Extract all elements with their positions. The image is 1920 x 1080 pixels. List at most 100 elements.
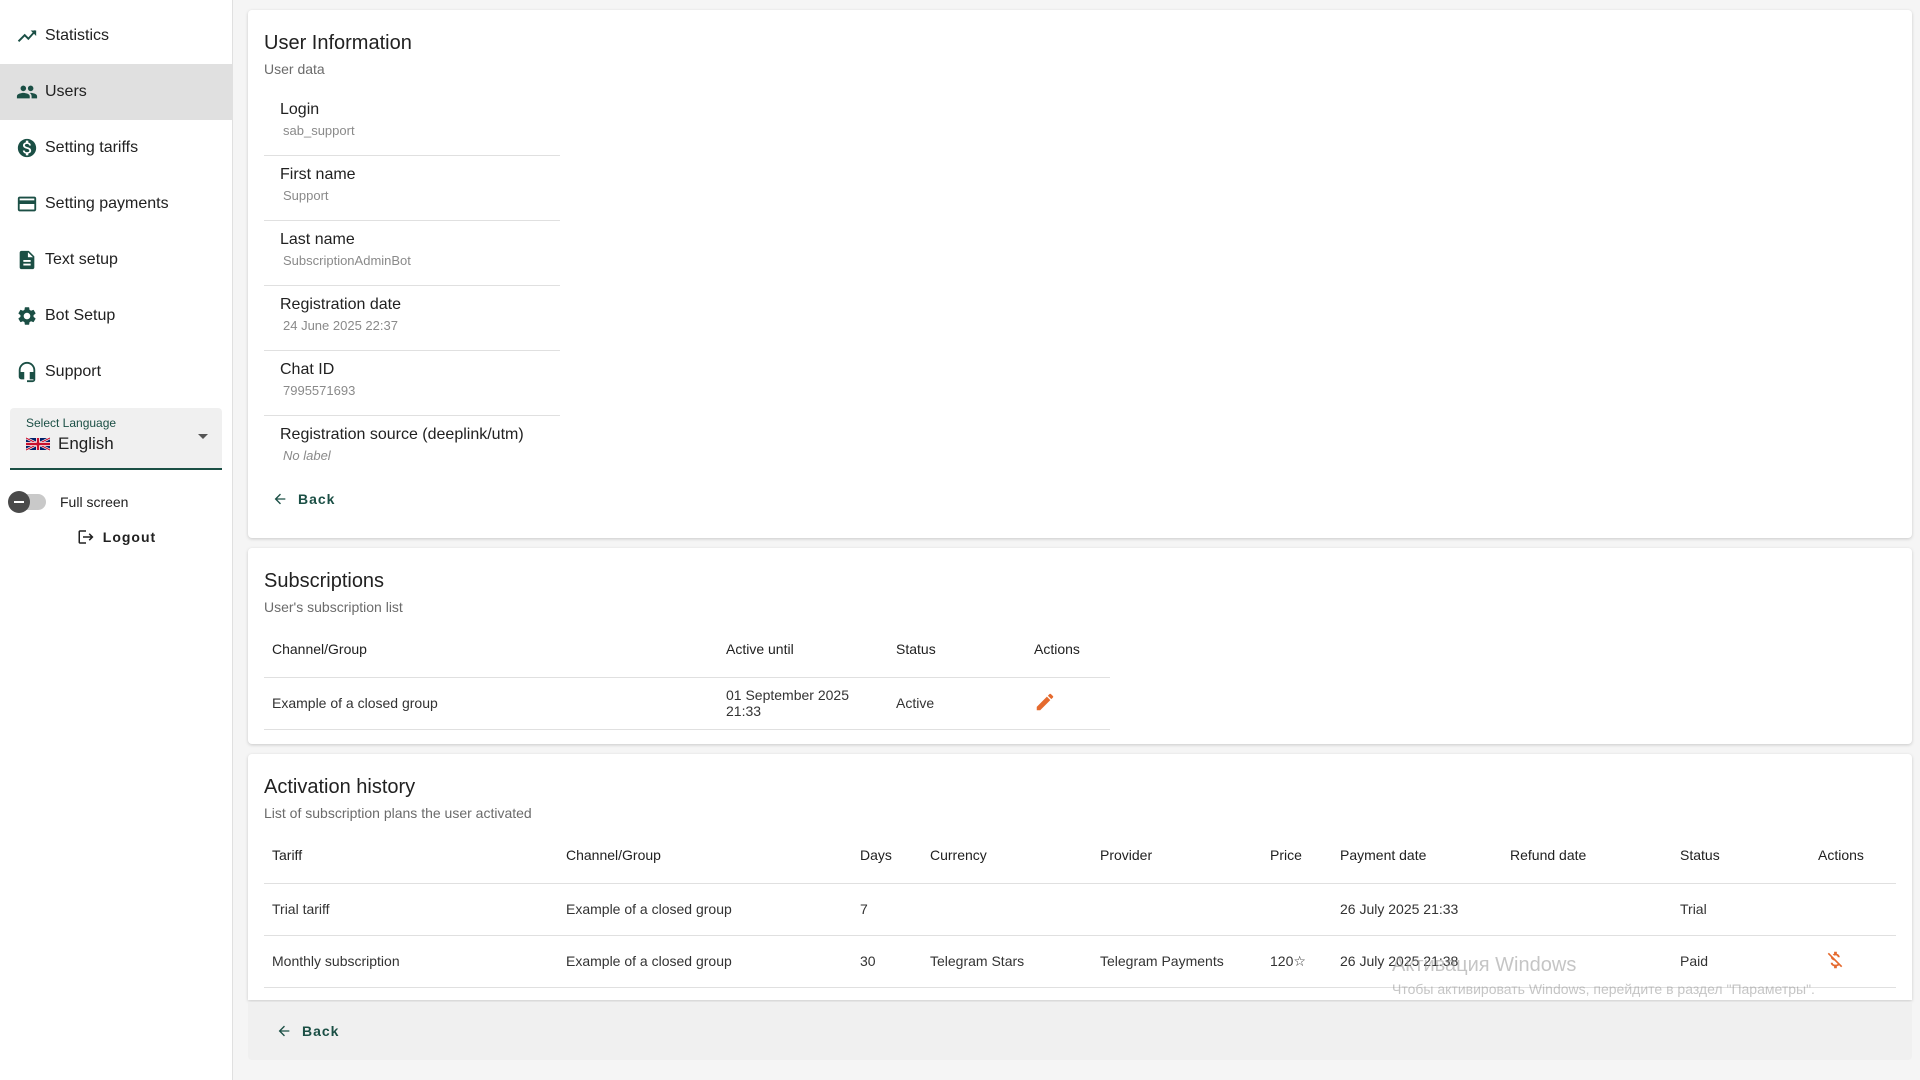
info-item-last-name: Last name SubscriptionAdminBot	[264, 221, 560, 286]
language-select[interactable]: Select Language English	[10, 408, 222, 470]
cell-actions	[1026, 677, 1110, 730]
sidebar-item-label: Setting tariffs	[45, 139, 139, 156]
info-label: Registration date	[280, 296, 401, 313]
sidebar-item-label: Statistics	[45, 27, 110, 44]
info-item-chat-id: Chat ID 7995571693	[264, 351, 560, 416]
cell-provider	[1092, 883, 1262, 936]
card-subtitle: User's subscription list	[264, 599, 403, 615]
column-header[interactable]: Status	[888, 621, 1026, 678]
sidebar-item-label: Support	[45, 363, 102, 380]
column-header[interactable]: Payment date	[1332, 827, 1502, 884]
back-label: Back	[302, 1023, 340, 1039]
column-header[interactable]: Provider	[1092, 827, 1262, 884]
info-item-first-name: First name Support	[264, 156, 560, 221]
table-row: Example of a closed group 01 September 2…	[264, 677, 1110, 730]
sidebar-item-text-setup[interactable]: Text setup	[0, 232, 232, 288]
back-label: Back	[298, 491, 336, 507]
cell-active-until: 01 September 2025 21:33	[718, 677, 888, 730]
cell-refund-date	[1502, 883, 1672, 936]
chevron-down-icon[interactable]	[198, 434, 208, 439]
language-name: English	[58, 434, 114, 453]
column-header[interactable]: Tariff	[264, 827, 558, 884]
cell-channel: Example of a closed group	[558, 935, 852, 988]
logout-icon	[78, 530, 94, 544]
cell-status: Paid	[1672, 935, 1810, 988]
sidebar-item-bot-setup[interactable]: Bot Setup	[0, 288, 232, 344]
column-header[interactable]: Channel/Group	[264, 621, 718, 678]
info-label: Last name	[280, 231, 355, 248]
card-title: User Information	[264, 32, 412, 54]
cell-status: Trial	[1672, 883, 1810, 936]
sidebar-item-statistics[interactable]: Statistics	[0, 8, 232, 64]
pencil-icon[interactable]	[1034, 693, 1056, 716]
info-item-registration-source: Registration source (deeplink/utm) No la…	[264, 416, 560, 481]
refund-dollar-icon[interactable]	[1824, 951, 1846, 974]
user-information-card: User Information User data Login sab_sup…	[248, 10, 1912, 538]
footer-back-button[interactable]: Back	[268, 1017, 347, 1045]
arrow-left-icon	[274, 493, 286, 505]
column-header[interactable]: Channel/Group	[558, 827, 852, 884]
logout-label: Logout	[102, 529, 157, 545]
card-subtitle: List of subscription plans the user acti…	[264, 805, 532, 821]
info-label: Chat ID	[280, 361, 335, 378]
info-label: First name	[280, 166, 356, 183]
dollar-circle-icon	[16, 137, 38, 159]
sidebar-item-label: Users	[45, 83, 87, 100]
sidebar-item-users[interactable]: Users	[0, 64, 232, 120]
sidebar-item-setting-tariffs[interactable]: Setting tariffs	[0, 120, 232, 176]
cell-price: 120☆	[1262, 935, 1332, 988]
info-value: 24 June 2025 22:37	[283, 318, 398, 333]
cell-status: Active	[888, 677, 1026, 730]
cell-channel: Example of a closed group	[558, 883, 852, 936]
card-title: Subscriptions	[264, 570, 385, 592]
column-header[interactable]: Status	[1672, 827, 1810, 884]
column-header[interactable]: Price	[1262, 827, 1332, 884]
table-header-row: Tariff Channel/Group Days Currency Provi…	[264, 827, 1896, 884]
table-header-row: Channel/Group Active until Status Action…	[264, 621, 1110, 678]
gear-icon	[16, 305, 38, 327]
sidebar-nav: Statistics Users Setting tariffs Setting…	[0, 0, 232, 400]
cell-actions	[1810, 883, 1896, 936]
cell-provider: Telegram Payments	[1092, 935, 1262, 988]
info-value: SubscriptionAdminBot	[283, 253, 411, 268]
activation-history-card: Activation history List of subscription …	[248, 754, 1912, 1000]
back-button[interactable]: Back	[264, 485, 343, 513]
sidebar-item-setting-payments[interactable]: Setting payments	[0, 176, 232, 232]
cell-tariff: Trial tariff	[264, 883, 558, 936]
fullscreen-toggle[interactable]	[8, 491, 46, 513]
logout-button[interactable]: Logout	[0, 528, 233, 546]
user-info-list: Login sab_support First name Support Las…	[264, 91, 560, 481]
info-label: Login	[280, 101, 320, 118]
info-value: Support	[283, 188, 329, 203]
card-subtitle: User data	[264, 61, 325, 77]
table-row: Monthly subscription Example of a closed…	[264, 935, 1896, 988]
column-header[interactable]: Active until	[718, 621, 888, 678]
credit-card-icon	[16, 193, 38, 215]
sidebar-item-support[interactable]: Support	[0, 344, 232, 400]
subscriptions-card: Subscriptions User's subscription list C…	[248, 548, 1912, 744]
headset-icon	[16, 361, 38, 383]
info-item-registration-date: Registration date 24 June 2025 22:37	[264, 286, 560, 351]
column-header[interactable]: Days	[852, 827, 922, 884]
table-row: Trial tariff Example of a closed group 7…	[264, 883, 1896, 936]
cell-currency	[922, 883, 1092, 936]
column-header: Actions	[1810, 827, 1896, 884]
cell-days: 30	[852, 935, 922, 988]
cell-currency: Telegram Stars	[922, 935, 1092, 988]
cell-refund-date	[1502, 935, 1672, 988]
cell-tariff: Monthly subscription	[264, 935, 558, 988]
language-select-label: Select Language	[26, 416, 117, 430]
uk-flag-icon	[26, 436, 50, 452]
fullscreen-label: Full screen	[60, 494, 129, 510]
sidebar-item-label: Bot Setup	[45, 307, 116, 324]
card-title: Activation history	[264, 776, 416, 798]
column-header[interactable]: Currency	[922, 827, 1092, 884]
subscriptions-table: Channel/Group Active until Status Action…	[264, 621, 1110, 730]
cell-payment-date: 26 July 2025 21:38	[1332, 935, 1502, 988]
info-item-login: Login sab_support	[264, 91, 560, 156]
column-header[interactable]: Refund date	[1502, 827, 1672, 884]
activation-history-table: Tariff Channel/Group Days Currency Provi…	[264, 827, 1896, 988]
info-value: No label	[283, 448, 331, 463]
arrow-left-icon	[278, 1025, 290, 1037]
cell-actions	[1810, 935, 1896, 988]
